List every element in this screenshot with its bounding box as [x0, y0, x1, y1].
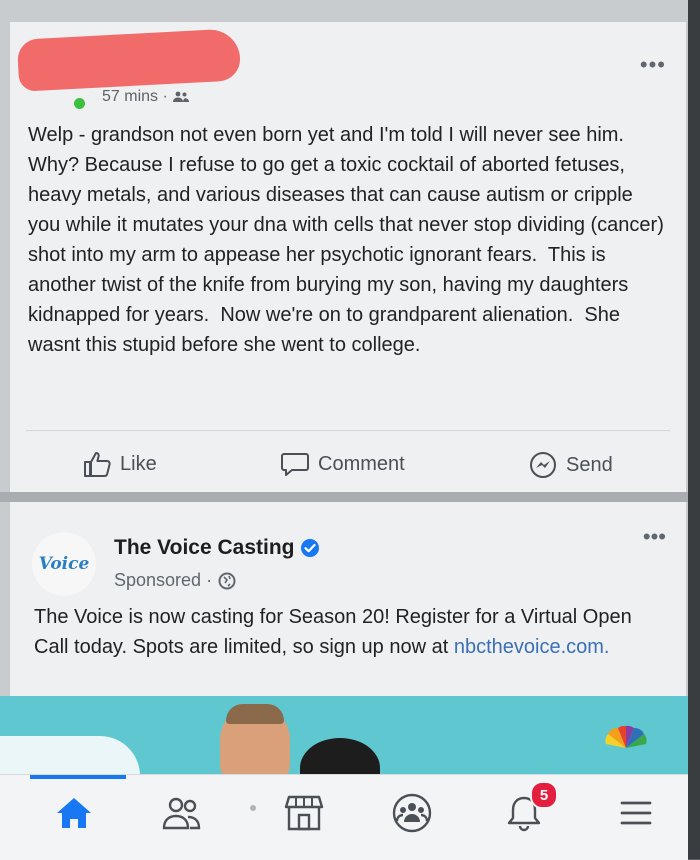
- friends-icon: [173, 91, 190, 102]
- ad-link[interactable]: nbcthevoice.com.: [454, 636, 610, 658]
- like-label: Like: [120, 452, 157, 475]
- nav-menu[interactable]: [614, 791, 658, 835]
- comment-label: Comment: [318, 452, 405, 475]
- nbc-peacock-logo: [605, 725, 647, 748]
- sponsor-name-text: The Voice Casting: [114, 536, 295, 559]
- divider: [26, 430, 670, 431]
- online-status-dot: [72, 96, 87, 111]
- verified-badge-icon: [301, 539, 320, 557]
- home-icon: [57, 798, 91, 828]
- post-body-text: Welp - grandson not even born yet and I'…: [28, 124, 670, 356]
- marketplace-icon: [284, 795, 324, 831]
- feed-separator: [0, 492, 688, 502]
- menu-icon: [620, 801, 652, 825]
- globe-icon: [218, 572, 236, 589]
- bottom-nav-bar: 5: [0, 774, 688, 860]
- sponsor-page-name[interactable]: The Voice Casting: [114, 536, 320, 560]
- coach-head-image: [300, 738, 380, 774]
- ad-body: The Voice is now casting for Season 20! …: [34, 602, 670, 662]
- coach-hair-image: [226, 704, 284, 724]
- notification-count-badge: 5: [530, 781, 558, 809]
- like-button[interactable]: Like: [82, 450, 157, 478]
- nav-groups[interactable]: [390, 791, 434, 835]
- post-action-bar: Like Comment Send: [10, 442, 686, 482]
- messenger-icon: [530, 452, 556, 478]
- redacted-author-name: [16, 28, 242, 92]
- the-voice-logo[interactable]: Voice: [32, 532, 96, 596]
- phone-bezel: [688, 0, 700, 859]
- comment-icon: [281, 453, 309, 476]
- sponsored-text: Sponsored ·: [114, 570, 213, 590]
- comment-button[interactable]: Comment: [280, 450, 405, 478]
- post-more-options-button[interactable]: •••: [640, 52, 666, 78]
- post-time-text: 57 mins ·: [102, 88, 168, 105]
- friends-icon: [162, 797, 201, 830]
- banner-wave-shape: [0, 736, 140, 774]
- feed-post: 57 mins · ••• Welp - grandson not even b…: [10, 22, 686, 492]
- send-label: Send: [566, 453, 613, 476]
- sponsored-label: Sponsored ·: [114, 570, 236, 591]
- nav-friends[interactable]: [160, 791, 204, 835]
- screen: 57 mins · ••• Welp - grandson not even b…: [0, 0, 688, 860]
- thumbs-up-icon: [84, 452, 111, 477]
- the-voice-logo-text: Voice: [38, 554, 90, 574]
- post-timestamp[interactable]: 57 mins ·: [102, 88, 190, 106]
- ad-more-options-button[interactable]: •••: [643, 524, 666, 550]
- groups-icon: [392, 793, 432, 833]
- nav-marketplace[interactable]: [282, 791, 326, 835]
- nav-notifications[interactable]: 5: [502, 781, 558, 835]
- active-tab-indicator: [30, 775, 126, 779]
- separator-dot: [250, 805, 256, 811]
- nav-home[interactable]: [52, 791, 96, 835]
- send-button[interactable]: Send: [528, 450, 613, 480]
- ad-image-banner[interactable]: [0, 696, 688, 774]
